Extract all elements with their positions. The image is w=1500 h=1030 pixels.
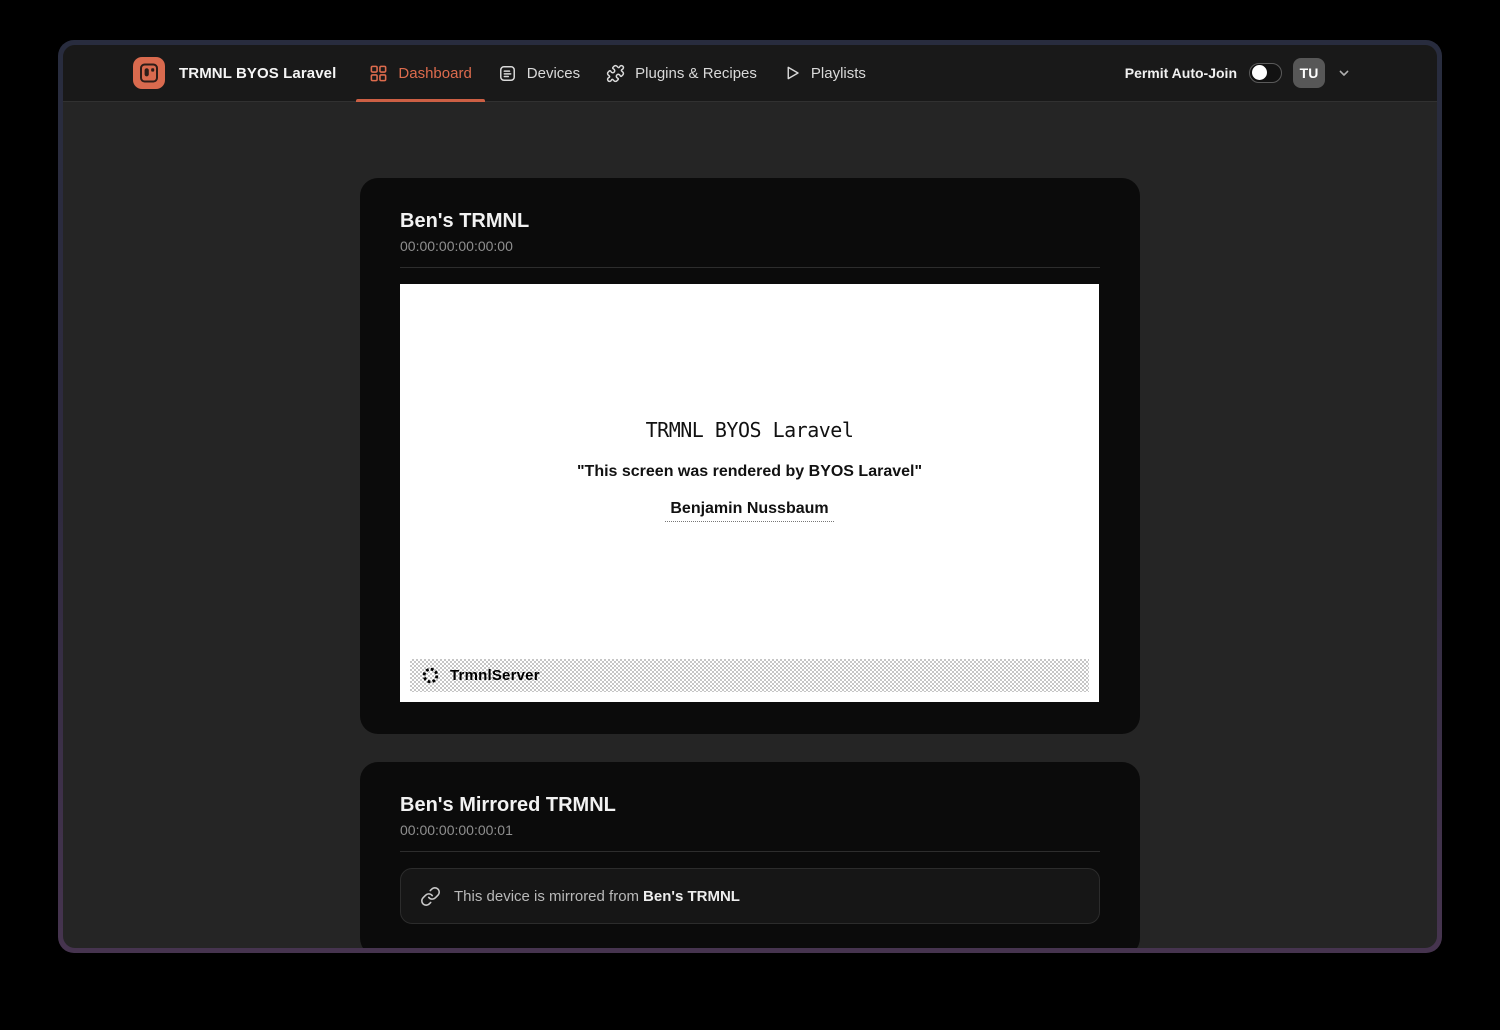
spinner-icon [421, 666, 440, 685]
toggle-knob [1252, 65, 1267, 80]
nav-tab-label: Playlists [811, 65, 866, 82]
mirror-notice-prefix: This device is mirrored from [454, 888, 639, 905]
nav-tab-label: Devices [527, 65, 580, 82]
puzzle-icon [606, 64, 625, 83]
nav-tab-label: Dashboard [398, 65, 471, 82]
device-mac-address: 00:00:00:00:00:00 [400, 238, 1100, 254]
screen-quote: "This screen was rendered by BYOS Larave… [400, 463, 1099, 481]
screen-author-row: Benjamin Nussbaum [400, 500, 1099, 522]
brand-title: TRMNL BYOS Laravel [179, 65, 336, 82]
device-mac-address: 00:00:00:00:00:01 [400, 822, 1100, 838]
app-window-content: TRMNL BYOS Laravel Dashboard [63, 45, 1437, 948]
chevron-down-icon[interactable] [1336, 65, 1352, 81]
nav-tab-devices[interactable]: Devices [485, 45, 593, 101]
mirror-notice-text: This device is mirrored fromBen's TRMNL [454, 888, 740, 905]
device-card-bens-trmnl: Ben's TRMNL 00:00:00:00:00:00 TRMNL BYOS… [360, 178, 1140, 734]
permit-auto-join-toggle[interactable] [1249, 63, 1282, 83]
screen-author: Benjamin Nussbaum [665, 500, 833, 522]
divider [400, 851, 1100, 852]
nav-tabs: Dashboard Devices [356, 45, 879, 101]
nav-tab-dashboard[interactable]: Dashboard [356, 45, 484, 101]
screen-heading: TRMNL BYOS Laravel [400, 284, 1099, 442]
desktop-background: TRMNL BYOS Laravel Dashboard [0, 0, 1500, 1030]
permit-auto-join-label: Permit Auto-Join [1125, 65, 1237, 81]
navbar-right: Permit Auto-Join TU [1125, 45, 1352, 101]
dashboard-content: Ben's TRMNL 00:00:00:00:00:00 TRMNL BYOS… [63, 102, 1437, 948]
device-screen-preview: TRMNL BYOS Laravel "This screen was rend… [400, 284, 1099, 702]
device-card-bens-mirrored-trmnl: Ben's Mirrored TRMNL 00:00:00:00:00:01 T… [360, 762, 1140, 948]
nav-tab-plugins-recipes[interactable]: Plugins & Recipes [593, 45, 770, 101]
mirror-notice: This device is mirrored fromBen's TRMNL [400, 868, 1100, 924]
divider [400, 267, 1100, 268]
app-logo-icon [133, 57, 165, 89]
device-name: Ben's TRMNL [400, 210, 1100, 233]
screen-status-bar: TrmnlServer [410, 659, 1089, 692]
grid-icon [369, 64, 388, 83]
nav-tab-label: Plugins & Recipes [635, 65, 757, 82]
app-window: TRMNL BYOS Laravel Dashboard [58, 40, 1442, 953]
brand[interactable]: TRMNL BYOS Laravel [133, 45, 336, 101]
nav-tab-playlists[interactable]: Playlists [770, 45, 879, 101]
user-avatar[interactable]: TU [1293, 58, 1325, 88]
screen-status-label: TrmnlServer [450, 667, 540, 684]
device-name: Ben's Mirrored TRMNL [400, 794, 1100, 817]
top-navbar: TRMNL BYOS Laravel Dashboard [63, 45, 1437, 102]
device-list-icon [498, 64, 517, 83]
link-icon [420, 886, 441, 907]
play-icon [783, 64, 801, 82]
mirror-source-device: Ben's TRMNL [643, 888, 740, 905]
